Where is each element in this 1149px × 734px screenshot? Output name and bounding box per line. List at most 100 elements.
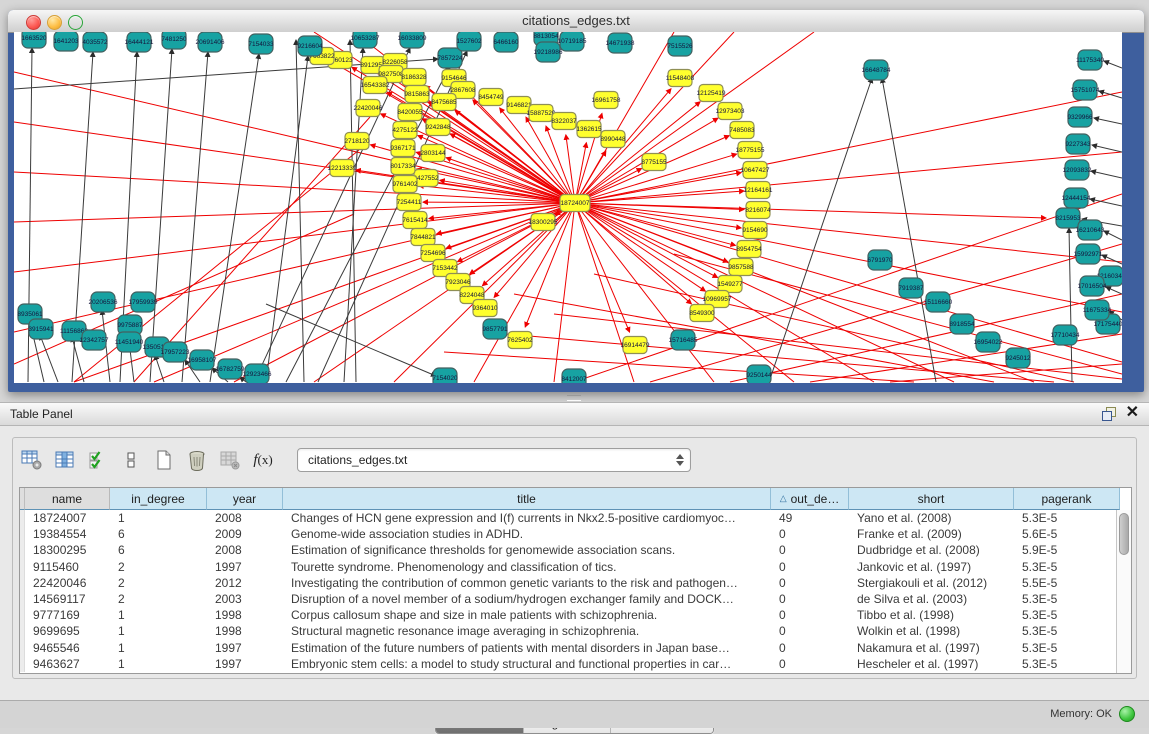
graph-node[interactable]: 7844821 [410,229,436,246]
table-cell[interactable]: 2 [110,592,207,606]
table-cell[interactable]: 1 [110,641,207,655]
graph-node[interactable]: 12973403 [716,103,745,120]
graph-node[interactable]: 8216074 [745,202,771,219]
table-cell[interactable]: 2008 [207,511,283,525]
table-cell[interactable]: Tourette syndrome. Phenomenology and cla… [283,560,771,574]
graph-node[interactable]: 18775155 [736,142,765,159]
table-scrollbar[interactable] [1116,510,1131,673]
table-cell[interactable]: 0 [771,608,849,622]
column-header-out_de[interactable]: △out_de… [771,488,849,510]
graph-node[interactable]: 12444154 [1062,188,1091,208]
table-cell[interactable]: 5.3E-5 [1014,560,1116,574]
graph-node[interactable]: 15716485 [669,330,698,350]
graph-node[interactable]: 18300295 [529,214,558,231]
table-row[interactable]: 911546021997Tourette syndrome. Phenomeno… [20,559,1116,575]
table-cell[interactable]: 1998 [207,608,283,622]
new-table-button[interactable] [151,447,177,473]
table-cell[interactable]: Wolkin et al. (1998) [849,624,1014,638]
table-cell[interactable]: 9463627 [25,657,110,671]
table-cell[interactable]: 0 [771,560,849,574]
table-cell[interactable]: 0 [771,657,849,671]
graph-node[interactable]: 15116660 [924,292,953,312]
graph-node[interactable]: 8420055 [397,104,423,121]
panel-splitter[interactable] [0,392,1149,402]
graph-hub-node[interactable]: 18724007 [560,195,590,212]
table-cell[interactable]: Corpus callosum shape and size in male p… [283,608,771,622]
graph-node[interactable]: 19218986 [534,42,563,62]
table-cell[interactable]: 1 [110,608,207,622]
graph-node[interactable]: 22420046 [354,100,383,117]
column-header-in_degree[interactable]: in_degree [110,488,207,510]
table-cell[interactable]: 5.5E-5 [1014,576,1116,590]
toggle-view-button[interactable] [118,447,144,473]
graph-node[interactable]: 7154020 [432,368,458,383]
graph-node[interactable]: 12342757 [80,330,109,350]
graph-node[interactable]: 16961758 [592,92,621,109]
table-settings-button[interactable] [19,447,45,473]
table-cell[interactable]: 0 [771,624,849,638]
graph-node[interactable]: 9367171 [390,140,416,157]
table-cell[interactable]: de Silva et al. (2003) [849,592,1014,606]
network-canvas[interactable]: 8860123891295582260589827508165433828186… [14,32,1122,383]
graph-node[interactable]: 17016504 [1078,276,1107,296]
graph-node[interactable]: 8775155 [641,154,667,171]
graph-node[interactable]: 9857791 [482,319,508,339]
table-cell[interactable]: 1 [110,511,207,525]
graph-node[interactable]: 4035572 [82,32,108,52]
table-cell[interactable]: 0 [771,641,849,655]
graph-node[interactable]: 11675334 [1083,300,1112,320]
graph-node[interactable]: 15751074 [1071,80,1100,100]
table-cell[interactable]: Hescheler et al. (1997) [849,657,1014,671]
graph-node[interactable]: 9364010 [472,300,498,317]
table-row[interactable]: 1872400712008Changes of HCN gene express… [20,510,1116,526]
graph-node[interactable]: 7254411 [397,194,422,211]
table-cell[interactable]: 1 [110,624,207,638]
graph-node[interactable]: 6466160 [493,32,519,52]
graph-node[interactable]: 8186328 [401,69,427,86]
graph-node[interactable]: 2718120 [344,133,370,150]
graph-node[interactable]: 7154033 [248,34,274,54]
graph-node[interactable]: 10653287 [351,32,380,48]
table-cell[interactable]: 6 [110,543,207,557]
function-builder-button[interactable]: ff(x)(x) [250,447,276,473]
graph-node[interactable]: 9250144 [746,365,772,383]
graph-node[interactable]: 8475685 [431,94,457,111]
select-rows-button[interactable] [85,447,111,473]
table-cell[interactable]: 2008 [207,543,283,557]
table-cell[interactable]: 18724007 [25,511,110,525]
column-header-name[interactable]: name [25,488,110,510]
graph-node[interactable]: 2803144 [420,145,446,162]
table-cell[interactable]: 5.3E-5 [1014,641,1116,655]
graph-node[interactable]: 16914479 [621,337,650,354]
table-cell[interactable]: 0 [771,543,849,557]
table-cell[interactable]: 2003 [207,592,283,606]
splitter-grip-icon[interactable] [567,395,581,401]
table-cell[interactable]: 6 [110,527,207,541]
graph-node[interactable]: 8918554 [949,314,975,334]
table-cell[interactable]: Disruption of a novel member of a sodium… [283,592,771,606]
graph-node[interactable]: 8017334 [390,158,416,175]
table-cell[interactable]: 9699695 [25,624,110,638]
table-cell[interactable]: 9777169 [25,608,110,622]
graph-node[interactable]: 8215953 [1055,208,1081,228]
table-cell[interactable]: Franke et al. (2009) [849,527,1014,541]
column-header-short[interactable]: short [849,488,1014,510]
table-cell[interactable]: Changes of HCN gene expression and I(f) … [283,511,771,525]
graph-node[interactable]: 9329966 [1067,107,1093,127]
graph-node[interactable]: 16210643 [1076,220,1105,240]
table-cell[interactable]: Jankovic et al. (1997) [849,560,1014,574]
table-cell[interactable]: 1997 [207,657,283,671]
table-cell[interactable]: 5.6E-5 [1014,527,1116,541]
graph-node[interactable]: 9216604 [297,36,323,56]
graph-node[interactable]: 11548408 [666,70,695,87]
graph-node[interactable]: 7625402 [507,332,533,349]
table-selector-dropdown[interactable]: citations_edges.txt [297,448,691,472]
table-row[interactable]: 969969511998Structural magnetic resonanc… [20,623,1116,639]
table-cell[interactable]: 9465546 [25,641,110,655]
graph-node[interactable]: 6791970 [867,250,893,270]
table-cell[interactable]: 0 [771,576,849,590]
graph-node[interactable]: 12213339 [328,160,357,177]
graph-node[interactable]: 11451940 [115,332,144,352]
graph-node[interactable]: 1641203 [53,32,79,51]
graph-node[interactable]: 9154690 [742,222,768,239]
